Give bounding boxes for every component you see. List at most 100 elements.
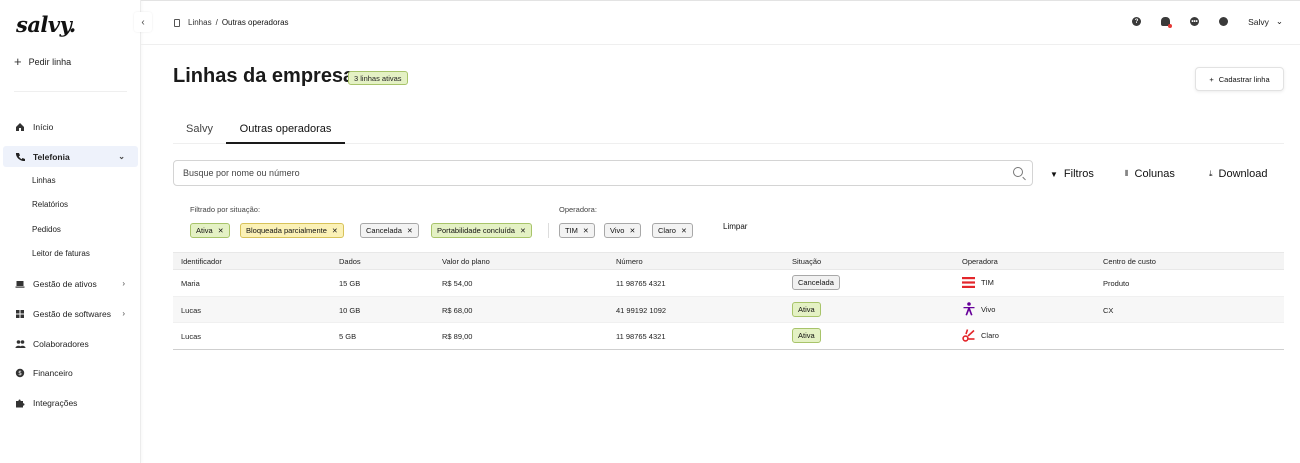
- notification-dot: [1168, 24, 1173, 28]
- status-filter-label: Filtrado por situação:: [190, 205, 261, 214]
- close-icon[interactable]: ✕: [407, 227, 413, 235]
- column-header[interactable]: Operadora: [962, 257, 998, 266]
- download-icon: ⤓: [1209, 169, 1213, 178]
- page-title: Linhas da empresa: [173, 65, 355, 87]
- chip-label: Ativa: [196, 226, 213, 235]
- chip-label: Cancelada: [366, 226, 402, 235]
- user-menu[interactable]: Salvy ⌄: [1248, 16, 1283, 27]
- sidebar-subitem-leitor-faturas[interactable]: Leitor de faturas: [32, 249, 90, 258]
- search-input[interactable]: Busque por nome ou número: [173, 160, 1033, 186]
- notifications-icon[interactable]: [1161, 17, 1173, 28]
- filter-chip-portabilidade[interactable]: Portabilidade concluída ✕: [431, 223, 532, 238]
- search-icon[interactable]: [1013, 167, 1023, 177]
- filter-chip-cancelada[interactable]: Cancelada ✕: [360, 223, 419, 238]
- sidebar-item-label: Integrações: [33, 397, 78, 408]
- table-row[interactable]: Lucas 10 GB R$ 68,00 41 99192 1092 Ativa…: [173, 296, 1284, 323]
- close-icon[interactable]: ✕: [218, 227, 224, 235]
- filter-chip-claro[interactable]: Claro ✕: [652, 223, 693, 238]
- operator-name: Claro: [981, 331, 999, 340]
- sidebar-item-label: Telefonia: [33, 151, 70, 162]
- close-icon[interactable]: ✕: [332, 227, 338, 235]
- chip-label: TIM: [565, 226, 578, 235]
- table-row[interactable]: Lucas 5 GB R$ 89,00 11 98765 4321 Ativa …: [173, 323, 1284, 350]
- vivo-logo-icon: [962, 302, 975, 316]
- chip-label: Vivo: [610, 226, 625, 235]
- app: salvy. + Pedir linha Início Telefonia ⌄ …: [0, 0, 1300, 463]
- sidebar-item-label: Financeiro: [33, 367, 73, 378]
- cell-number: 11 98765 4321: [616, 332, 666, 341]
- column-header[interactable]: Identificador: [181, 257, 222, 266]
- column-header[interactable]: Dados: [339, 257, 361, 266]
- operator-name: Vivo: [981, 304, 996, 314]
- sidebar-item-telefonia[interactable]: Telefonia ⌄: [3, 146, 138, 167]
- breadcrumb-root[interactable]: Linhas: [188, 18, 212, 27]
- cell-data: 10 GB: [339, 305, 361, 315]
- order-line-button[interactable]: + Pedir linha: [14, 54, 72, 69]
- order-line-label: Pedir linha: [28, 57, 72, 67]
- clear-filters-button[interactable]: Limpar: [723, 222, 747, 231]
- sidebar-subitem-linhas[interactable]: Linhas: [32, 176, 56, 185]
- chip-label: Portabilidade concluída: [437, 226, 515, 235]
- sidebar-item-inicio[interactable]: Início: [3, 116, 138, 137]
- columns-icon: ⦀: [1125, 169, 1129, 178]
- cell-operator: Vivo: [962, 302, 996, 316]
- apps-icon: [13, 309, 27, 319]
- column-header[interactable]: Número: [616, 257, 643, 266]
- sidebar-item-label: Gestão de ativos: [33, 278, 97, 289]
- chat-icon[interactable]: •••: [1190, 17, 1200, 26]
- filter-chip-vivo[interactable]: Vivo ✕: [604, 223, 642, 238]
- close-icon[interactable]: ✕: [520, 227, 526, 235]
- column-header[interactable]: Situação: [792, 257, 821, 266]
- sidebar-item-gestao-softwares[interactable]: Gestão de softwares ›: [3, 303, 138, 324]
- money-icon: $: [13, 368, 27, 378]
- chip-label: Bloqueada parcialmente: [246, 226, 327, 235]
- sidebar: salvy. + Pedir linha Início Telefonia ⌄ …: [0, 0, 141, 463]
- cell-identifier: Lucas: [181, 305, 202, 315]
- plus-icon: +: [14, 54, 22, 69]
- register-line-label: Cadastrar linha: [1218, 74, 1270, 84]
- sidebar-item-financeiro[interactable]: $ Financeiro: [3, 362, 138, 383]
- cell-price: R$ 68,00: [442, 305, 473, 315]
- download-button[interactable]: ⤓ Download: [1209, 168, 1267, 180]
- sidebar-item-gestao-ativos[interactable]: Gestão de ativos ›: [3, 273, 138, 294]
- cell-cost-center: CX: [1103, 305, 1114, 315]
- tab-outras-operadoras[interactable]: Outras operadoras: [226, 116, 345, 144]
- tab-salvy[interactable]: Salvy: [173, 116, 226, 144]
- filters-label: Filtros: [1063, 168, 1094, 180]
- filter-icon: ▼: [1050, 169, 1058, 179]
- filter-chip-ativa[interactable]: Ativa ✕: [190, 223, 230, 238]
- chevron-down-icon: ⌄: [118, 152, 125, 161]
- sidebar-item-colaboradores[interactable]: Colaboradores: [3, 333, 138, 354]
- column-header[interactable]: Valor do plano: [442, 257, 490, 266]
- sidebar-item-integracoes[interactable]: Integrações: [3, 392, 138, 413]
- columns-button[interactable]: ⦀ Colunas: [1125, 168, 1175, 180]
- account-icon[interactable]: [1219, 17, 1229, 26]
- register-line-button[interactable]: + Cadastrar linha: [1195, 67, 1284, 91]
- close-icon[interactable]: ✕: [583, 227, 589, 235]
- people-icon: [13, 339, 27, 349]
- sidebar-subitem-relatorios[interactable]: Relatórios: [32, 200, 68, 209]
- help-icon[interactable]: ?: [1132, 17, 1142, 26]
- sidebar-subitem-pedidos[interactable]: Pedidos: [32, 225, 61, 234]
- close-icon[interactable]: ✕: [629, 227, 635, 235]
- filters-button[interactable]: ▼ Filtros: [1050, 168, 1094, 180]
- table-header: Identificador Dados Valor do plano Númer…: [173, 252, 1284, 270]
- plus-icon: +: [1209, 74, 1214, 84]
- cell-number: 11 98765 4321: [616, 279, 666, 288]
- filter-chip-bloqueada[interactable]: Bloqueada parcialmente ✕: [240, 223, 344, 238]
- document-icon: [174, 18, 180, 27]
- salvy-logo[interactable]: salvy.: [16, 12, 76, 37]
- filter-chip-tim[interactable]: TIM ✕: [559, 223, 595, 238]
- close-icon[interactable]: ✕: [681, 227, 687, 235]
- breadcrumb-current: Outras operadoras: [221, 18, 289, 27]
- svg-text:$: $: [18, 370, 22, 377]
- sidebar-item-label: Colaboradores: [33, 338, 89, 349]
- column-header[interactable]: Centro de custo: [1103, 257, 1156, 266]
- table-row[interactable]: Maria 15 GB R$ 54,00 11 98765 4321 Cance…: [173, 270, 1284, 297]
- sidebar-divider: [14, 91, 127, 92]
- download-label: Download: [1218, 168, 1268, 180]
- collapse-sidebar-button[interactable]: ‹: [134, 12, 152, 32]
- search-placeholder: Busque por nome ou número: [183, 168, 300, 178]
- chevron-right-icon: ›: [122, 279, 125, 288]
- claro-logo-icon: [962, 329, 975, 342]
